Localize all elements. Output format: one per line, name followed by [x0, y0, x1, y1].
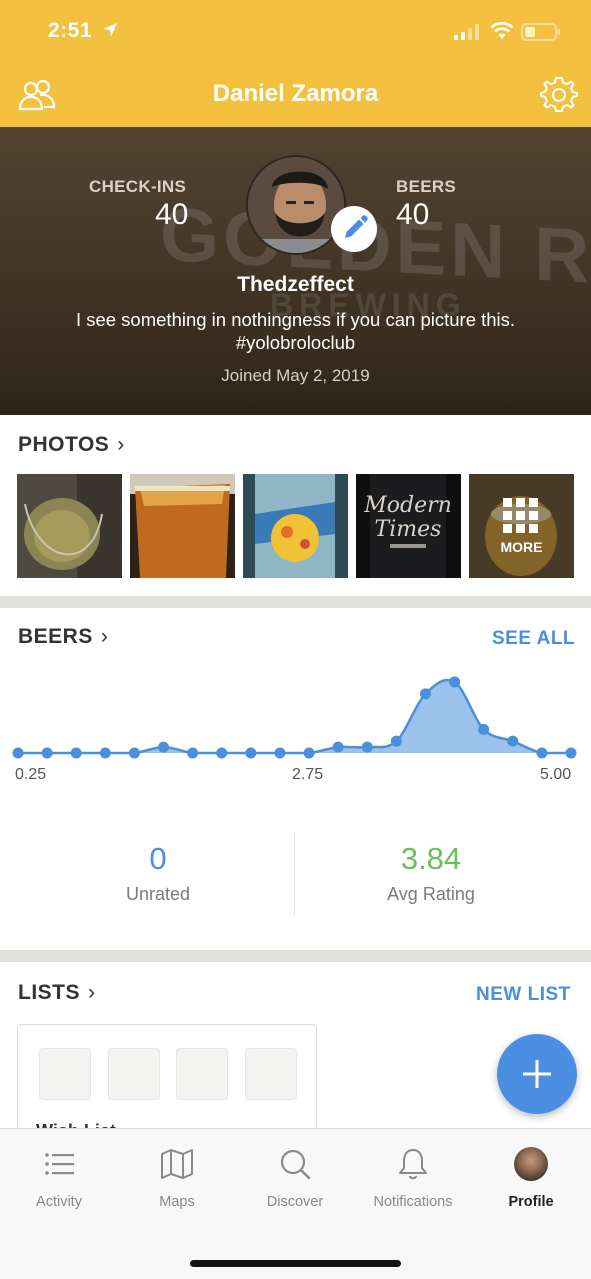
beers-title: BEERS	[18, 625, 93, 648]
chart-point	[245, 747, 257, 759]
list-thumbnail	[176, 1048, 228, 1100]
photo-more-button[interactable]: MORE	[469, 474, 574, 578]
unrated-label: Unrated	[125, 884, 191, 904]
chart-point	[41, 747, 53, 759]
x-tick-label: 5.00	[540, 766, 572, 783]
grid-icon	[503, 498, 538, 533]
photo-thumbnail[interactable]: Modern Times	[356, 474, 461, 578]
chart-point	[12, 747, 24, 759]
location-arrow-icon	[103, 23, 117, 37]
checkins-count[interactable]: 40	[155, 198, 188, 232]
chart-point	[332, 741, 344, 753]
tab-notifications[interactable]: Notifications	[354, 1129, 472, 1229]
chart-point	[390, 735, 402, 747]
photo-thumbnail[interactable]	[243, 474, 348, 578]
app-header: 2:51 Daniel Zamora	[0, 0, 591, 127]
joined-date: Joined May 2, 2019	[221, 366, 370, 385]
chart-point	[274, 747, 286, 759]
gear-icon[interactable]	[540, 76, 578, 114]
x-tick-label: 0.25	[15, 766, 47, 783]
battery-icon	[521, 23, 560, 41]
chart-point	[70, 747, 82, 759]
cellular-signal-icon	[454, 24, 479, 40]
profile-hero: GOLDEN ROAD BREWING CHECK-INS 40 BEERS 4…	[0, 127, 591, 415]
plus-icon	[523, 1060, 551, 1088]
profile-bio: I see something in nothingness if you ca…	[75, 309, 516, 353]
photo-thumbnail[interactable]	[17, 474, 122, 578]
edit-profile-button[interactable]	[331, 206, 377, 252]
chart-point	[565, 747, 577, 759]
tab-discover[interactable]: Discover	[236, 1129, 354, 1229]
photo-thumbnail[interactable]	[130, 474, 235, 578]
username: Thedzeffect	[237, 273, 354, 296]
tab-label: Discover	[266, 1194, 324, 1210]
tab-profile[interactable]: Profile	[472, 1129, 590, 1229]
photos-section-link[interactable]: PHOTOS ›	[18, 433, 125, 457]
add-checkin-button[interactable]	[497, 1034, 577, 1114]
beers-count[interactable]: 40	[396, 198, 429, 232]
avatar	[514, 1147, 548, 1181]
beers-section-link[interactable]: BEERS ›	[18, 625, 108, 649]
chart-point	[128, 747, 140, 759]
lists-section-link[interactable]: LISTS ›	[18, 981, 96, 1005]
new-list-button[interactable]: NEW LIST	[476, 984, 571, 1006]
pencil-icon	[345, 215, 368, 238]
chart-point	[187, 747, 199, 759]
home-indicator	[190, 1260, 401, 1267]
chevron-right-icon: ›	[100, 625, 109, 648]
chart-point	[536, 747, 548, 759]
avg-rating-value: 3.84	[400, 841, 462, 876]
chart-point	[419, 688, 431, 700]
photos-title: PHOTOS	[18, 433, 110, 456]
x-tick-label: 2.75	[292, 766, 324, 783]
map-icon	[161, 1149, 193, 1179]
lists-title: LISTS	[18, 981, 81, 1004]
svg-text:Times: Times	[375, 517, 442, 542]
chart-point	[303, 747, 315, 759]
avg-rating-label: Avg Rating	[387, 884, 475, 904]
unrated-count[interactable]: 0	[58, 841, 258, 877]
more-label: MORE	[500, 539, 543, 555]
status-time: 2:51	[48, 19, 93, 42]
chart-point	[158, 741, 170, 753]
section-divider	[0, 596, 591, 608]
status-bar: 2:51	[0, 0, 591, 64]
list-thumbnail	[245, 1048, 297, 1100]
chart-point	[449, 676, 461, 688]
section-divider	[0, 950, 591, 962]
tab-activity[interactable]: Activity	[0, 1129, 118, 1229]
tab-label: Profile	[508, 1194, 554, 1210]
list-thumbnail	[108, 1048, 160, 1100]
tab-bar: Activity Maps Discover Notifications Pro…	[0, 1128, 591, 1279]
chevron-right-icon: ›	[117, 433, 125, 456]
beers-label: BEERS	[396, 177, 457, 196]
chart-point	[361, 741, 373, 753]
search-icon	[280, 1149, 311, 1180]
chart-point	[478, 723, 490, 735]
svg-text:Modern: Modern	[363, 493, 452, 518]
chart-point	[99, 747, 111, 759]
chart-area	[18, 679, 571, 753]
chevron-right-icon: ›	[88, 981, 96, 1004]
tab-label: Notifications	[373, 1194, 453, 1210]
checkins-label: CHECK-INS	[89, 177, 187, 196]
chart-point	[216, 747, 228, 759]
tab-maps[interactable]: Maps	[118, 1129, 236, 1229]
tab-label: Maps	[159, 1194, 195, 1210]
stats-divider	[294, 832, 295, 916]
chart-point	[507, 735, 519, 747]
bell-icon	[399, 1149, 427, 1180]
tab-label: Activity	[36, 1194, 82, 1210]
wifi-icon	[490, 22, 514, 39]
list-thumbnail	[39, 1048, 91, 1100]
page-title: Daniel Zamora	[212, 80, 379, 107]
list-icon	[45, 1153, 74, 1175]
see-all-button[interactable]: SEE ALL	[492, 628, 575, 650]
